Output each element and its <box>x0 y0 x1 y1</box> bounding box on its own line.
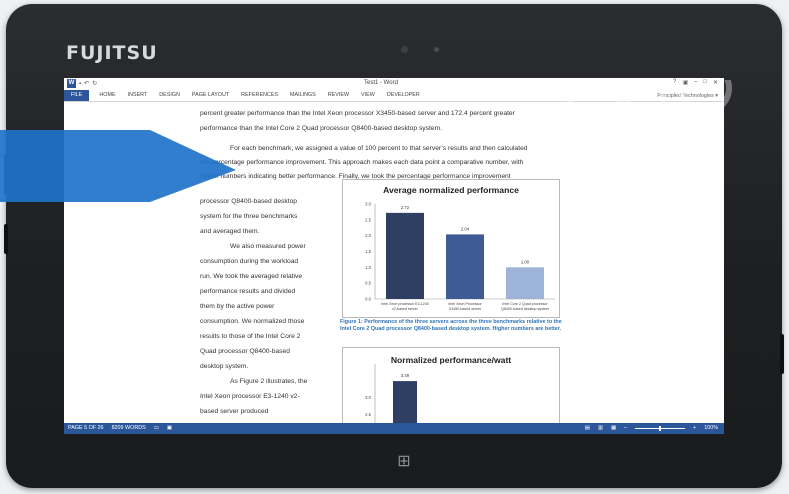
status-bar: PAGE 5 OF 26 8209 WORDS ▭ ▣ ▤ ▥ ▦ – + 10… <box>64 423 724 434</box>
minimize-button[interactable]: – <box>694 79 697 86</box>
paragraph-line: For each benchmark, we assigned a value … <box>230 145 528 152</box>
x-tick-label: v2-based server <box>392 307 419 311</box>
chart-svg: 2.53.03.491.77 <box>365 364 417 424</box>
tab-file[interactable]: FILE <box>64 90 90 101</box>
y-tick-label: 1.5 <box>365 249 371 254</box>
column-line: We also measured power <box>230 243 306 250</box>
tab-developer[interactable]: DEVELOPER <box>381 90 426 101</box>
column-line: consumption during the workload <box>200 258 299 265</box>
chart-average-performance: Average normalized performance 0.0 0.5 1.0… <box>342 179 560 318</box>
tab-review[interactable]: REVIEW <box>322 90 355 101</box>
title-bar: W ▪ ↶ ↻ Test1 - Word ? ▣ – □ ✕ <box>64 78 724 90</box>
help-button[interactable]: ? <box>673 79 676 86</box>
data-label: 2.72 <box>401 205 410 210</box>
undo-icon[interactable]: ↶ <box>84 80 89 87</box>
zoom-slider[interactable] <box>635 425 686 431</box>
paragraph-line: the percentage performance improvement. … <box>200 159 524 166</box>
y-tick-label: 0.0 <box>365 297 371 302</box>
maximize-button[interactable]: □ <box>703 79 707 86</box>
y-tick-label: 3.0 <box>365 202 371 207</box>
redo-icon[interactable]: ↻ <box>92 80 97 87</box>
tab-design[interactable]: DESIGN <box>153 90 186 101</box>
column-line: Intel Xeon processor E3-1240 v2- <box>200 393 300 400</box>
tab-insert[interactable]: INSERT <box>122 90 154 101</box>
camera-icon <box>401 46 408 53</box>
column-line: them by the active power <box>200 303 275 310</box>
y-tick-label: 2.0 <box>365 233 371 238</box>
window-title: Test1 - Word <box>364 80 398 86</box>
power-button[interactable] <box>780 334 784 374</box>
paragraph-line: performance than the Intel Core 2 Quad p… <box>200 125 442 132</box>
proofing-icon[interactable]: ▭ <box>154 425 159 431</box>
column-line: system for the three benchmarks <box>200 213 298 220</box>
bar <box>393 381 417 424</box>
column-line: results to those of the Intel Core 2 <box>200 333 301 340</box>
blue-arrow-overlay <box>0 130 236 202</box>
zoom-in-button[interactable]: + <box>693 425 696 431</box>
column-line: desktop system. <box>200 363 249 370</box>
page-count[interactable]: PAGE 5 OF 26 <box>68 425 104 431</box>
y-tick-label: 0.5 <box>365 281 371 286</box>
x-tick-label: Q8400-based desktop system <box>501 307 549 311</box>
paragraph-line: percent greater performance than the Int… <box>200 110 515 117</box>
data-label: 2.04 <box>461 226 470 231</box>
read-mode-icon[interactable]: ▤ <box>585 425 590 431</box>
y-tick-label: 2.5 <box>365 217 371 222</box>
web-layout-icon[interactable]: ▦ <box>611 425 616 431</box>
tab-view[interactable]: VIEW <box>355 90 381 101</box>
column-line: run. We took the averaged relative <box>200 273 303 280</box>
zoom-level[interactable]: 100% <box>704 425 718 431</box>
data-label: 3.49 <box>401 373 410 378</box>
side-button[interactable] <box>4 224 8 254</box>
bar <box>446 234 484 299</box>
column-line: As Figure 2 illustrates, the <box>230 378 308 385</box>
tab-home[interactable]: HOME <box>93 90 121 101</box>
figure-caption: Figure 1: Performance of the three serve… <box>340 319 562 332</box>
bar <box>506 267 544 299</box>
zoom-slider-knob[interactable] <box>659 425 662 431</box>
sensor-icon <box>434 47 439 52</box>
y-tick-label: 2.5 <box>365 412 371 417</box>
x-tick-label: Intel Xeon Processor <box>448 302 482 306</box>
x-tick-label: Intel Core 2 Quad processor <box>502 302 548 306</box>
print-layout-icon[interactable]: ▥ <box>598 425 603 431</box>
y-tick-label: 3.0 <box>365 395 371 400</box>
chart-svg: 0.0 0.5 1.0 1.5 2.0 2.5 3.0 2.72 Intel Xeon proc… <box>365 202 555 311</box>
bar <box>386 212 424 299</box>
fujitsu-logo: FUJITSU <box>66 42 158 64</box>
data-label: 1.00 <box>521 259 530 264</box>
column-line: performance results and divided <box>200 288 296 295</box>
tab-mailings[interactable]: MAILINGS <box>284 90 322 101</box>
column-line: consumption. We normalized those <box>200 318 305 325</box>
word-count[interactable]: 8209 WORDS <box>112 425 146 431</box>
column-line: and averaged them. <box>200 228 260 235</box>
windows-button-icon[interactable]: ⊞ <box>391 452 417 472</box>
ribbon-tabs: FILE HOME INSERT DESIGN PAGE LAYOUT REFE… <box>64 90 724 102</box>
zoom-out-button[interactable]: – <box>624 425 627 431</box>
y-tick-label: 1.0 <box>365 265 371 270</box>
word-app-icon[interactable]: W <box>67 79 76 88</box>
column-line: based server produced <box>200 408 269 415</box>
tab-page-layout[interactable]: PAGE LAYOUT <box>186 90 235 101</box>
column-line: Quad processor Q8400-based <box>200 348 290 355</box>
save-icon[interactable]: ▪ <box>79 81 81 87</box>
user-account[interactable]: Principled Technologies ▾ <box>657 93 718 99</box>
quick-access-toolbar: W ▪ ↶ ↻ <box>67 79 97 88</box>
x-tick-label: X3450-based server <box>449 307 482 311</box>
tab-references[interactable]: REFERENCES <box>235 90 284 101</box>
close-button[interactable]: ✕ <box>713 79 718 86</box>
x-tick-label: Intel Xeon processor E3-1240 <box>381 302 429 306</box>
macro-icon[interactable]: ▣ <box>167 425 172 431</box>
chart-performance-per-watt: Normalized performance/watt 2.53.03.491.… <box>342 347 560 424</box>
ribbon-display-button[interactable]: ▣ <box>682 79 688 86</box>
